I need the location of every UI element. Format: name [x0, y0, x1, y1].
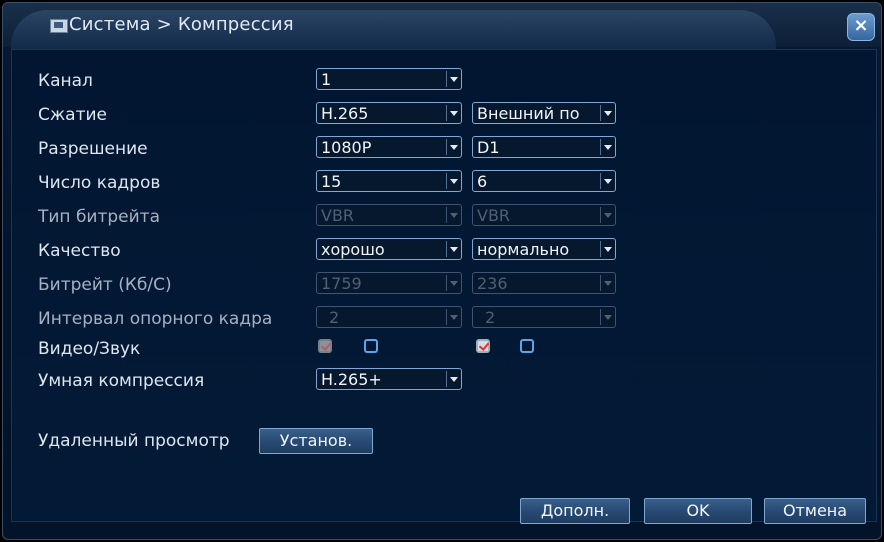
framerate-main-select[interactable]: 15	[316, 170, 462, 192]
row-bitrate-type: Тип битрейта VBR VBR	[12, 204, 876, 232]
extra-audio-checkbox[interactable]	[520, 339, 534, 353]
bitrate-type-main-select: VBR	[316, 204, 462, 226]
bitrate-extra-value: 236	[477, 274, 508, 293]
chevron-down-icon	[446, 207, 459, 223]
row-smart-compression: Умная компрессия H.265+	[12, 368, 876, 396]
label-resolution: Разрешение	[38, 139, 148, 159]
bitrate-type-main-value: VBR	[321, 206, 355, 225]
bitrate-main-select: 1759	[316, 272, 462, 294]
framerate-extra-select[interactable]: 6	[472, 170, 616, 192]
row-video-audio: Видео/Звук	[12, 336, 876, 364]
more-button[interactable]: Дополн.	[520, 498, 630, 524]
label-keyframe-interval: Интервал опорного кадра	[38, 309, 273, 329]
resolution-main-select[interactable]: 1080P	[316, 136, 462, 158]
row-resolution: Разрешение 1080P D1	[12, 136, 876, 164]
bitrate-type-extra-value: VBR	[477, 206, 511, 225]
label-video-audio: Видео/Звук	[38, 339, 141, 359]
label-remote-view: Удаленный просмотр	[38, 431, 230, 451]
setup-button[interactable]: Установ.	[259, 428, 373, 454]
chevron-down-icon	[600, 207, 613, 223]
channel-value: 1	[321, 70, 332, 89]
quality-main-select[interactable]: хорошо	[316, 238, 462, 260]
framerate-extra-value: 6	[477, 172, 488, 191]
cancel-button[interactable]: Отмена	[764, 498, 866, 524]
keyframe-main-value: 2	[329, 308, 340, 327]
quality-extra-value: нормально	[477, 240, 570, 259]
dialog-title: Система > Компрессия	[69, 14, 294, 35]
keyframe-main-select: 2	[316, 306, 462, 328]
chevron-down-icon	[446, 241, 459, 257]
chevron-down-icon	[446, 105, 459, 121]
bitrate-type-extra-select: VBR	[472, 204, 616, 226]
row-bitrate: Битрейт (Кб/С) 1759 236	[12, 272, 876, 300]
main-audio-checkbox[interactable]	[364, 339, 378, 353]
row-framerate: Число кадров 15 6	[12, 170, 876, 198]
label-channel: Канал	[38, 71, 93, 91]
settings-panel: Канал 1 Сжатие H.265 Внешний по Разрешен…	[11, 49, 877, 524]
quality-main-value: хорошо	[321, 240, 385, 259]
row-compression: Сжатие H.265 Внешний по	[12, 102, 876, 130]
row-channel: Канал 1	[12, 68, 876, 96]
resolution-extra-select[interactable]: D1	[472, 136, 616, 158]
resolution-extra-value: D1	[477, 138, 500, 157]
row-keyframe-interval: Интервал опорного кадра 2 2	[12, 306, 876, 334]
chevron-down-icon	[446, 275, 459, 291]
chevron-down-icon	[600, 139, 613, 155]
framerate-main-value: 15	[321, 172, 342, 191]
compression-dialog: Система > Компрессия × Канал 1 Сжатие H.…	[2, 2, 882, 540]
bitrate-main-value: 1759	[321, 274, 362, 293]
compression-extra-select[interactable]: Внешний по	[472, 102, 616, 124]
smart-compression-select[interactable]: H.265+	[316, 368, 462, 390]
label-compression: Сжатие	[38, 105, 108, 125]
label-bitrate: Битрейт (Кб/С)	[38, 275, 172, 295]
title-bar: Система > Компрессия ×	[3, 3, 881, 50]
resolution-main-value: 1080P	[321, 138, 372, 157]
compression-extra-value: Внешний по	[477, 104, 580, 123]
label-smart-compression: Умная компрессия	[38, 371, 205, 391]
smart-compression-value: H.265+	[321, 370, 382, 389]
row-remote-view: Удаленный просмотр Установ.	[12, 428, 876, 456]
window-icon	[50, 19, 68, 33]
chevron-down-icon	[446, 71, 459, 87]
compression-main-select[interactable]: H.265	[316, 102, 462, 124]
keyframe-extra-value: 2	[485, 308, 496, 327]
main-video-checkbox	[318, 339, 332, 353]
chevron-down-icon	[600, 173, 613, 189]
chevron-down-icon	[600, 309, 613, 325]
ok-button[interactable]: OK	[644, 498, 752, 524]
chevron-down-icon	[446, 139, 459, 155]
compression-main-value: H.265	[321, 104, 369, 123]
close-icon[interactable]: ×	[847, 13, 875, 41]
bitrate-extra-select: 236	[472, 272, 616, 294]
quality-extra-select[interactable]: нормально	[472, 238, 616, 260]
chevron-down-icon	[600, 275, 613, 291]
extra-video-checkbox[interactable]	[476, 339, 490, 353]
chevron-down-icon	[600, 241, 613, 257]
chevron-down-icon	[600, 105, 613, 121]
label-quality: Качество	[38, 241, 121, 261]
row-quality: Качество хорошо нормально	[12, 238, 876, 266]
chevron-down-icon	[446, 371, 459, 387]
channel-select[interactable]: 1	[316, 68, 462, 90]
label-framerate: Число кадров	[38, 173, 161, 193]
keyframe-extra-select: 2	[472, 306, 616, 328]
chevron-down-icon	[446, 173, 459, 189]
label-bitrate-type: Тип битрейта	[38, 207, 161, 227]
chevron-down-icon	[446, 309, 459, 325]
